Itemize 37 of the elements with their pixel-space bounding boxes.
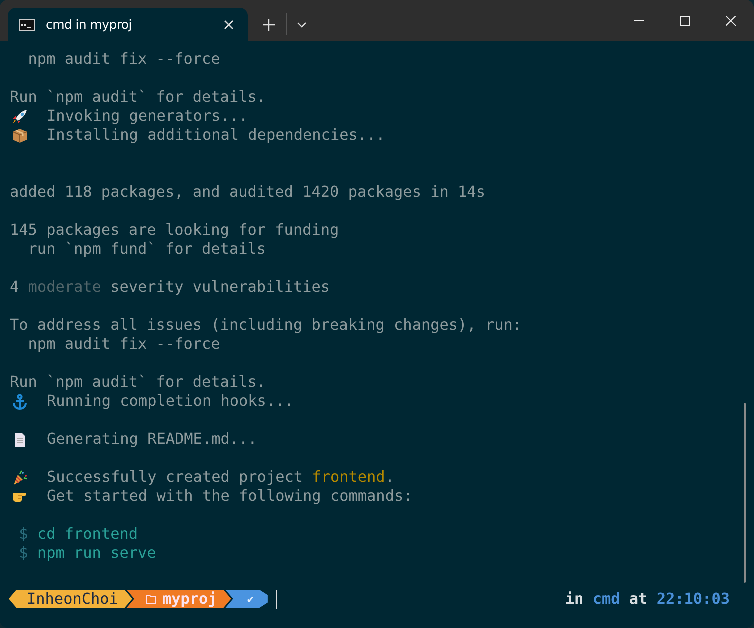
output-line: Successfully created project frontend. [47, 468, 394, 487]
output-line: run `npm fund` for details [27, 240, 266, 259]
output-line: 145 packages are looking for funding [10, 221, 340, 240]
chevron-down-icon [297, 22, 307, 28]
anchor-icon [12, 394, 28, 410]
plus-icon [263, 18, 275, 30]
output-line: npm audit fix --force [27, 335, 220, 354]
prompt-segment: myproj [126, 590, 232, 608]
text-cursor [276, 590, 277, 608]
party-popper-icon [12, 470, 28, 486]
output-line: Run `npm audit` for details. [10, 373, 266, 392]
output-line: Running completion hooks... [47, 392, 294, 411]
prompt-segment: InheonChoi [9, 590, 132, 608]
scrollbar-thumb[interactable] [744, 403, 746, 583]
maximize-icon [680, 16, 690, 26]
output-line: Invoking generators... [47, 107, 248, 126]
command-line: $ cd frontend [18, 525, 138, 544]
tab-title: cmd in myproj [46, 17, 133, 32]
close-icon [726, 16, 736, 26]
box-icon [12, 128, 28, 144]
document-icon [12, 432, 28, 448]
prompt-status: in cmd at 22:10:03 [565, 590, 730, 608]
output-line: Generating README.md... [47, 430, 258, 449]
terminal-tab[interactable]: cmd in myproj [8, 8, 248, 41]
folder-icon [146, 594, 156, 604]
prompt-segment: ✔ [225, 590, 268, 608]
command-line: $ npm run serve [18, 544, 156, 563]
output-line: Run `npm audit` for details. [10, 88, 266, 107]
output-line: To address all issues (including breaking changes), run: [10, 316, 522, 335]
output-line: Installing additional dependencies... [47, 126, 386, 145]
terminal-icon [19, 18, 35, 30]
output-line: 4 moderate severity vulnerabilities [10, 278, 330, 297]
output-line: Get started with the following commands: [47, 487, 413, 506]
rocket-icon [12, 108, 28, 124]
output-line: npm audit fix --force [27, 50, 220, 69]
close-tab-icon[interactable] [224, 20, 234, 30]
output-line: added 118 packages, and audited 1420 packages in 14s [10, 183, 486, 202]
